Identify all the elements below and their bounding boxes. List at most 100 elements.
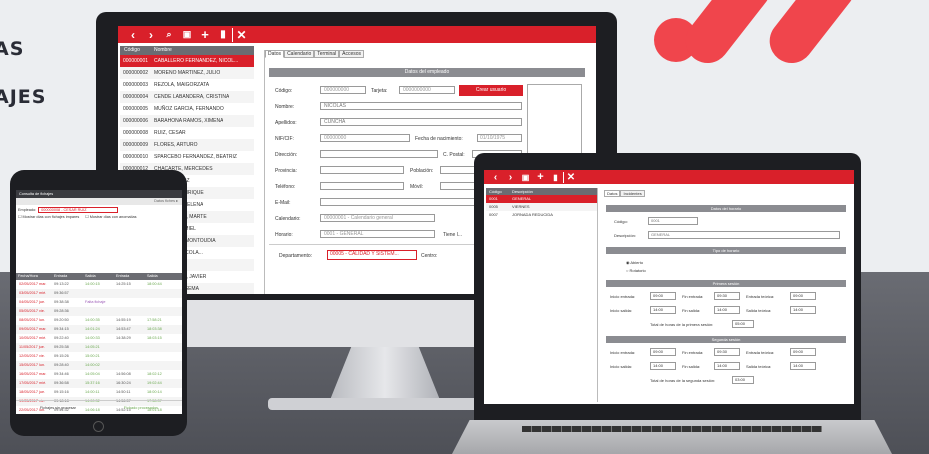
list-item[interactable]: 15/05/2017 lun. 09:28:40 14:00:02 (16, 361, 182, 370)
tablet-home-button[interactable] (93, 421, 104, 432)
p2-inicio-entrada[interactable]: 09:00 (650, 348, 676, 356)
codigo-field[interactable]: 0001 (648, 217, 698, 225)
column-header-nombre[interactable]: Nombre (154, 46, 172, 55)
column-header[interactable]: Entrada (116, 273, 147, 280)
close-button[interactable]: ✕ (563, 171, 578, 183)
tab-calendario[interactable]: Calendario (284, 50, 315, 58)
list-item[interactable]: 000000005 MUÑOZ GARCIA, FERNANDO (120, 103, 254, 115)
add-button[interactable]: + (196, 27, 214, 42)
close-button[interactable]: ✕ (232, 27, 250, 42)
list-header: Código Nombre (120, 46, 254, 55)
list-item[interactable]: 000000006 BARAHONA RAMOS, XIMENA (120, 115, 254, 127)
tab-datos[interactable]: Datos (265, 50, 285, 58)
nif-field[interactable]: 00000000 (320, 134, 410, 142)
descripcion-field[interactable]: GENERAL (648, 231, 840, 239)
list-item[interactable]: 000000010 SPARCEBO FERNANDEZ, BEATRIZ (120, 151, 254, 163)
tiene-checkbox-label[interactable]: Tiene l... (443, 232, 462, 238)
telefono-field[interactable] (320, 182, 404, 190)
list-cell: 000000006 (123, 118, 149, 124)
list-item[interactable]: 05/05/2017 vie. 09:28:36 (16, 307, 182, 316)
list-item[interactable]: 17/05/2017 mié. 09:36:58 15:37:16 16:30:24 1… (16, 379, 182, 388)
nombre-field[interactable]: NICOLAS (320, 102, 522, 110)
column-header-codigo[interactable]: Código (120, 46, 154, 55)
list-item[interactable]: 000000008 RUIZ, CESAR (120, 127, 254, 139)
p2-inicio-salida[interactable]: 14:00 (650, 362, 676, 370)
save-icon[interactable]: ▣ (178, 29, 196, 40)
p2-fin-entrada[interactable]: 09:30 (714, 348, 740, 356)
list-item[interactable]: 000000001 CABALLERO FERNANDEZ, NICOL... (120, 55, 254, 67)
p2-fin-salida[interactable]: 14:00 (714, 362, 740, 370)
calendario-select[interactable]: 00000001 - Calendario general (320, 214, 435, 222)
p2-entrada-teorica[interactable]: 09:00 (790, 348, 816, 356)
crear-usuario-button[interactable]: Crear usuario (459, 85, 523, 96)
list-item[interactable]: 16/05/2017 mar. 09:34:46 14:05:04 14:56:08 1… (16, 370, 182, 379)
delete-icon[interactable]: ▮ (548, 173, 563, 182)
codigo-field[interactable]: 000000000 (320, 86, 366, 94)
list-item[interactable]: 11/05/2017 jue. 09:25:38 14:05:21 (16, 343, 182, 352)
back-button[interactable]: ‹ (488, 172, 503, 183)
empleado-field[interactable]: 000000008 - CESAR RUIZ (38, 206, 119, 213)
tab-incidentes[interactable]: Incidentes (620, 190, 645, 197)
p1-entrada-teorica[interactable]: 09:00 (790, 292, 816, 300)
list-item[interactable]: 03/05/2017 mié. 09:36:57 (16, 289, 182, 298)
p1-total[interactable]: 05:00 (732, 320, 754, 328)
apellidos-field[interactable]: CUNCHA (320, 118, 522, 126)
column-header-descripcion[interactable]: Descripción (512, 188, 533, 195)
tab-datos[interactable]: Datos (604, 190, 621, 197)
forward-button[interactable]: › (503, 172, 518, 183)
list-item[interactable]: 18/05/2017 jue. 09:15:16 14:00:11 14:50:11 1… (16, 388, 182, 397)
procesados-button[interactable]: Fichado procesados (124, 406, 158, 410)
departamento-select[interactable]: 00005 - CALIDAD Y SISTEM... (327, 250, 417, 260)
list-item[interactable]: 12/05/2017 vie. 09:15:26 15:00:21 (16, 352, 182, 361)
list-cell: SPARCEBO FERNANDEZ, BEATRIZ (154, 154, 237, 160)
list-item[interactable]: 09/05/2017 mar. 09:34:15 14:01:24 14:53:47 1… (16, 325, 182, 334)
column-header-codigo[interactable]: Código (486, 188, 512, 195)
list-cell: 09:28:40 (54, 363, 69, 367)
list-item[interactable]: 0007 JORNADA REDUCIDA (486, 211, 597, 219)
sin-procesar-button[interactable]: Fichajes sin procesar (40, 406, 76, 410)
p1-inicio-entrada[interactable]: 09:00 (650, 292, 676, 300)
list-item[interactable]: 000000004 CENDE LABANDERA, CRISTINA (120, 91, 254, 103)
direccion-field[interactable] (320, 150, 438, 158)
horario-select[interactable]: 0001 - GENERAL (320, 230, 435, 238)
column-header[interactable]: Entrada (54, 273, 85, 280)
p1-salida-teorica[interactable]: 14:00 (790, 306, 816, 314)
list-item[interactable]: 10/05/2017 mié. 09:22:40 14:00:33 14:38:29 1… (16, 334, 182, 343)
provincia-field[interactable] (320, 166, 404, 174)
list-item[interactable]: 0005 VIERNES (486, 203, 597, 211)
list-item[interactable]: 000000002 MORENO MARTINEZ, JULIO (120, 67, 254, 79)
list-item[interactable]: 08/05/2017 lun. 09:20:50 14:00:35 14:55:19 1… (16, 316, 182, 325)
p2-total[interactable]: 03:00 (732, 376, 754, 384)
column-header[interactable]: Salida (85, 273, 116, 280)
list-cell (147, 307, 178, 316)
section-datos: Datos del horario (606, 205, 846, 212)
anomalias-checkbox[interactable]: ☐ Mostrar días con anomalías (85, 214, 136, 221)
tarjeta-field[interactable]: 0000000000 (399, 86, 455, 94)
save-icon[interactable]: ▣ (518, 173, 533, 182)
list-item[interactable]: 000000003 REZOLA, MAIGORZATA (120, 79, 254, 91)
tab-terminal[interactable]: Terminal (314, 50, 340, 58)
p2-salida-teorica[interactable]: 14:00 (790, 362, 816, 370)
column-header[interactable]: Fecha/Hora (16, 273, 54, 280)
nacimiento-field[interactable]: 01/10/1975 (477, 134, 522, 142)
p1-fin-salida[interactable]: 14:00 (714, 306, 740, 314)
list-item[interactable]: 02/05/2017 mar. 09:13:22 14:00:15 14:25:15 1… (16, 280, 182, 289)
add-button[interactable]: + (533, 171, 548, 183)
radio-rotatorio[interactable]: ○ Rotatorio (626, 268, 646, 273)
p1-inicio-salida[interactable]: 14:00 (650, 306, 676, 314)
list-item[interactable]: 04/05/2017 jue. 09:38:38 Falta fichaje (16, 298, 182, 307)
impares-checkbox[interactable]: ☐ Mostrar días con fichajes impares (18, 214, 79, 221)
radio-abierto[interactable]: ◉ Abierto (626, 260, 643, 265)
list-item[interactable]: 0001 GENERAL (486, 195, 597, 203)
column-header[interactable]: Salida (147, 273, 178, 280)
list-item[interactable]: 000000009 FLORES, ARTURO (120, 139, 254, 151)
list-cell (85, 307, 116, 316)
list-cell: 18:00:44 (147, 282, 162, 286)
p1-fin-entrada[interactable]: 09:30 (714, 292, 740, 300)
forward-button[interactable]: › (142, 28, 160, 42)
search-icon[interactable]: ⌕ (160, 29, 178, 40)
delete-icon[interactable]: ▮ (214, 29, 232, 40)
inicio-salida-label: Inicio salida: (610, 364, 633, 369)
back-button[interactable]: ‹ (124, 28, 142, 42)
tab-accesos[interactable]: Accesos (339, 50, 365, 58)
